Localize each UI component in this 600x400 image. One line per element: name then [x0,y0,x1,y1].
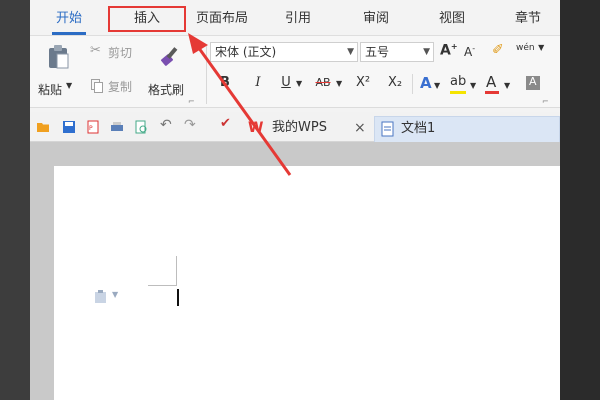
print-preview-icon[interactable] [134,120,148,134]
open-folder-icon[interactable] [36,120,50,134]
font-size-select[interactable]: 五号 ▼ [360,42,434,62]
font-color-icon[interactable]: A [486,73,496,91]
highlight-dropdown-icon[interactable]: ▼ [470,81,476,90]
document-icon [381,121,394,137]
wps-logo-icon: W [248,120,264,136]
format-painter-label: 格式刷 [148,83,185,97]
ribbon-divider [412,74,413,94]
clipboard-icon [49,45,69,69]
right-background [560,0,600,400]
save-icon[interactable] [62,120,76,134]
text-cursor [177,289,179,306]
document1-label: 文档1 [401,121,436,136]
undo-icon[interactable]: ↶ [160,117,172,133]
chevron-down-icon: ▼ [112,290,119,299]
tab-my-wps[interactable]: W 我的WPS × [242,116,374,142]
format-painter-button[interactable]: 格式刷 [148,40,198,102]
pinyin-guide-button[interactable]: wén ▼ [516,40,544,53]
left-background [0,0,30,400]
tab-insert[interactable]: 插入 [108,6,186,32]
chevron-down-icon: ▼ [423,47,430,57]
char-shading-icon[interactable]: A [526,75,540,90]
tab-page-layout[interactable]: 页面布局 [190,8,254,30]
clear-format-icon[interactable]: ✐ [492,42,504,58]
tab-view[interactable]: 视图 [432,8,472,30]
customize-toolbar-icon[interactable]: ✔ [220,116,231,131]
paste-options-icon[interactable]: ▼ [94,289,124,305]
quick-access-toolbar: P ↶ ↷ ✔ W 我的WPS × 文档1 [30,112,560,142]
document-page[interactable] [54,166,560,400]
paste-button[interactable]: 粘贴 ▼ [36,40,80,102]
copy-label: 复制 [108,80,133,94]
close-icon[interactable]: × [354,116,366,140]
subscript-button[interactable]: X₂ [384,73,406,93]
copy-icon [91,79,103,93]
highlight-icon[interactable]: ab [450,74,466,89]
cut-label: 剪切 [108,46,133,60]
chevron-down-icon: ▼ [347,47,354,57]
font-name-select[interactable]: 宋体 (正文) ▼ [210,42,358,62]
cut-button[interactable]: ✂ 剪切 [88,42,144,62]
pinyin-icon: wén [516,43,535,53]
text-effect-dropdown-icon[interactable]: ▼ [434,81,440,90]
my-wps-label: 我的WPS [272,120,327,135]
copy-button[interactable]: 复制 [88,76,144,96]
chevron-down-icon: ▼ [538,43,545,52]
margin-mark-vertical [176,256,177,286]
underline-button[interactable]: U [278,73,294,93]
document-canvas: ▼ [30,142,560,400]
clipboard-group-launcher-icon[interactable]: ⌐ [188,97,195,106]
menu-bar: 开始 插入 页面布局 引用 审阅 视图 章节 [30,0,560,36]
tab-references[interactable]: 引用 [278,8,318,30]
ribbon-divider [206,46,207,104]
italic-button[interactable]: I [250,73,266,93]
brush-icon [161,47,178,66]
superscript-button[interactable]: X² [352,73,374,93]
font-group-launcher-icon[interactable]: ⌐ [542,97,549,106]
wps-writer-window: 开始 插入 页面布局 引用 审阅 视图 章节 粘贴 ▼ ✂ 剪切 复制 格式刷 … [30,0,560,400]
tab-home[interactable]: 开始 [44,8,94,35]
shrink-font-icon[interactable]: A- [464,44,475,59]
tab-chapter[interactable]: 章节 [508,8,548,30]
grow-font-icon[interactable]: A+ [440,42,458,59]
paste-label: 粘贴 [38,83,63,97]
redo-icon[interactable]: ↷ [184,117,196,133]
export-pdf-icon[interactable]: P [86,120,100,134]
bold-button[interactable]: B [216,73,234,93]
underline-dropdown-icon[interactable]: ▼ [296,79,302,88]
strikethrough-button[interactable]: AB [312,73,334,93]
tab-review[interactable]: 审阅 [356,8,396,30]
text-effect-icon[interactable]: A [420,74,432,92]
print-icon[interactable] [110,120,124,134]
ribbon-home: 粘贴 ▼ ✂ 剪切 复制 格式刷 ⌐ 宋体 (正文) ▼ 五号 ▼ A+ A- … [30,36,560,108]
paste-dropdown-icon[interactable]: ▼ [66,81,72,90]
svg-text:P: P [89,125,93,132]
font-name-value: 宋体 (正文) [215,45,277,59]
highlight-color-swatch [450,91,466,94]
margin-mark-horizontal [148,285,176,286]
tab-document1[interactable]: 文档1 [374,116,560,142]
strikethrough-dropdown-icon[interactable]: ▼ [336,79,342,88]
font-color-dropdown-icon[interactable]: ▼ [504,81,510,90]
font-color-swatch [485,91,499,94]
font-size-value: 五号 [365,45,390,59]
scissors-icon: ✂ [90,43,101,58]
